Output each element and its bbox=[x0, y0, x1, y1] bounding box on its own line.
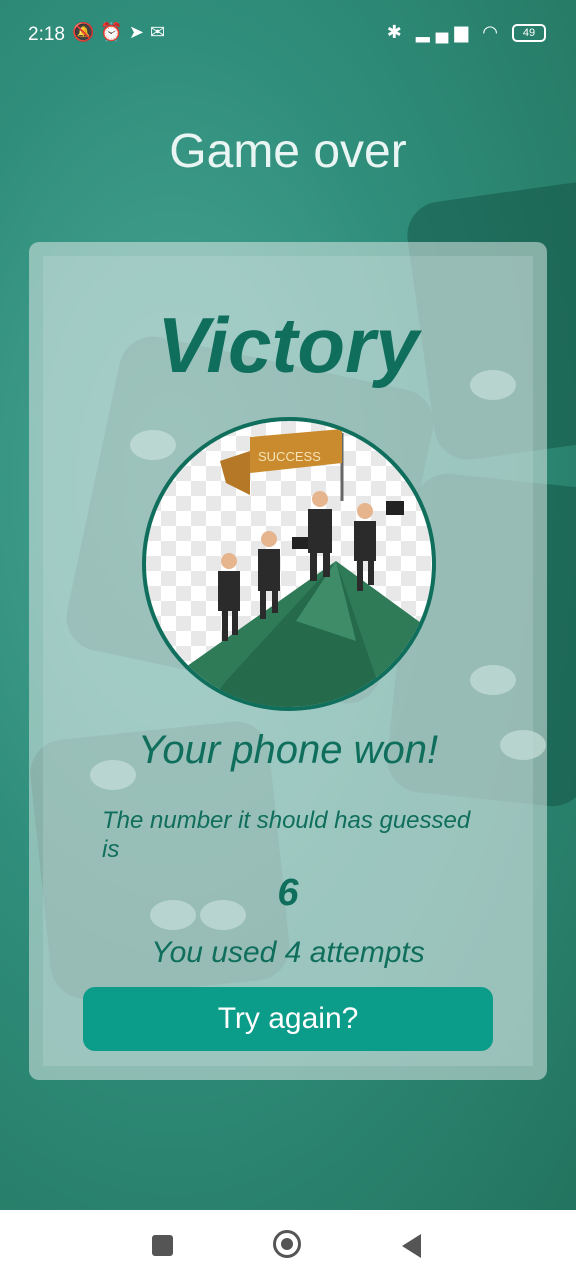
mute-icon: 🔕 bbox=[72, 22, 101, 42]
status-bar: 2:18 🔕⏰➤✉ ✱ ▂▄▆ ◠ 49 bbox=[0, 0, 576, 72]
status-icons-left: 🔕⏰➤✉ bbox=[72, 22, 171, 43]
wifi-icon: ◠ bbox=[482, 22, 504, 42]
signal-icon: ▂▄▆ bbox=[415, 22, 475, 42]
home-icon[interactable] bbox=[273, 1230, 301, 1258]
recents-icon[interactable] bbox=[152, 1235, 173, 1256]
home-icon-dot bbox=[281, 1238, 293, 1250]
telegram-icon: ➤ bbox=[128, 22, 150, 42]
guessed-number: 6 bbox=[277, 872, 299, 914]
page-title: Game over bbox=[169, 125, 407, 178]
result-message: Your phone won! bbox=[137, 728, 439, 772]
status-icons-right: ✱ ▂▄▆ ◠ 49 bbox=[387, 22, 546, 43]
banner-text: SUCCESS bbox=[258, 449, 321, 464]
attempts-text: You used 4 attempts bbox=[151, 936, 425, 969]
mail-icon: ✉ bbox=[149, 22, 172, 42]
alarm-icon: ⏰ bbox=[100, 22, 129, 42]
success-image: SUCCESS bbox=[142, 417, 436, 711]
status-time: 2:18 bbox=[28, 24, 65, 45]
success-illustration: SUCCESS bbox=[146, 429, 432, 707]
bluetooth-icon: ✱ bbox=[386, 22, 408, 42]
back-icon[interactable] bbox=[402, 1234, 421, 1258]
victory-heading: Victory bbox=[157, 301, 419, 389]
guess-label: The number it should has guessed is bbox=[102, 807, 471, 863]
try-again-button[interactable]: Try again? bbox=[83, 987, 493, 1051]
battery-icon: 49 bbox=[512, 23, 546, 42]
